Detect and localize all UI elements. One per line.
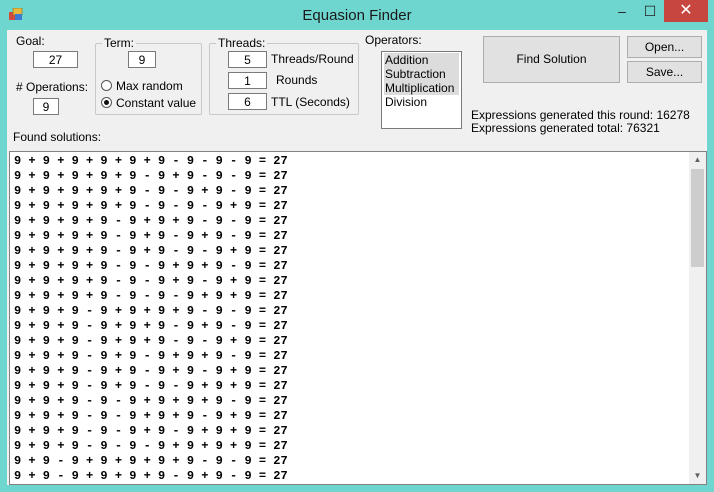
solution-line: 9 + 9 - 9 + 9 + 9 + 9 - 9 + 9 - 9 = 27 bbox=[14, 469, 288, 483]
find-solution-button[interactable]: Find Solution bbox=[483, 36, 620, 83]
solution-line: 9 + 9 + 9 - 9 - 9 + 9 + 9 - 9 + 9 = 27 bbox=[14, 409, 288, 423]
solution-line: 9 + 9 + 9 + 9 - 9 + 9 - 9 + 9 - 9 = 27 bbox=[14, 229, 288, 243]
threads-group-title: Threads: bbox=[216, 36, 268, 50]
solution-line: 9 + 9 + 9 + 9 + 9 - 9 + 9 - 9 - 9 = 27 bbox=[14, 169, 288, 183]
solution-line: 9 + 9 + 9 - 9 + 9 + 9 - 9 - 9 + 9 = 27 bbox=[14, 334, 288, 348]
solution-line: 9 + 9 + 9 - 9 + 9 - 9 - 9 + 9 + 9 = 27 bbox=[14, 379, 288, 393]
operator-multiplication[interactable]: Multiplication bbox=[384, 81, 459, 95]
solution-line: 9 + 9 + 9 + 9 - 9 + 9 + 9 - 9 - 9 = 27 bbox=[14, 214, 288, 228]
main-window: Equasion Finder – ☐ ✕ Goal: 27 # Operati… bbox=[0, 0, 714, 492]
ttl-input[interactable]: 6 bbox=[228, 93, 267, 110]
solutions-list: 9 + 9 + 9 + 9 + 9 + 9 - 9 - 9 - 9 = 27 9 … bbox=[14, 154, 288, 484]
solution-line: 9 + 9 + 9 + 9 + 9 - 9 - 9 + 9 - 9 = 27 bbox=[14, 184, 288, 198]
max-random-radio[interactable] bbox=[101, 80, 112, 91]
solution-line: 9 + 9 + 9 + 9 - 9 - 9 + 9 - 9 + 9 = 27 bbox=[14, 274, 288, 288]
solution-line: 9 + 9 + 9 - 9 + 9 + 9 - 9 + 9 - 9 = 27 bbox=[14, 319, 288, 333]
operations-input[interactable]: 9 bbox=[33, 98, 59, 115]
threads-per-round-label: Threads/Round bbox=[271, 52, 354, 66]
open-button[interactable]: Open... bbox=[627, 36, 702, 58]
solution-line: 9 + 9 + 9 + 9 - 9 - 9 - 9 + 9 + 9 = 27 bbox=[14, 289, 288, 303]
maximize-button[interactable]: ☐ bbox=[636, 0, 664, 22]
goal-label: Goal: bbox=[16, 34, 45, 48]
scroll-up-arrow-icon[interactable]: ▲ bbox=[689, 152, 706, 168]
solution-line: 9 + 9 + 9 + 9 - 9 + 9 - 9 - 9 + 9 = 27 bbox=[14, 244, 288, 258]
solutions-textbox[interactable]: 9 + 9 + 9 + 9 + 9 + 9 - 9 - 9 - 9 = 27 9 … bbox=[9, 151, 707, 485]
scrollbar-thumb[interactable] bbox=[691, 169, 704, 267]
constant-value-radio[interactable] bbox=[101, 97, 112, 108]
operator-addition[interactable]: Addition bbox=[384, 53, 459, 67]
found-solutions-label: Found solutions: bbox=[13, 130, 102, 144]
solution-line: 9 + 9 + 9 + 9 + 9 + 9 - 9 - 9 - 9 = 27 bbox=[14, 154, 288, 168]
this-round-stat: Expressions generated this round: 16278 bbox=[471, 108, 690, 122]
threads-per-round-input[interactable]: 5 bbox=[228, 51, 267, 68]
solution-line: 9 + 9 + 9 - 9 - 9 + 9 + 9 + 9 - 9 = 27 bbox=[14, 394, 288, 408]
solution-line: 9 + 9 + 9 - 9 + 9 - 9 + 9 + 9 - 9 = 27 bbox=[14, 349, 288, 363]
window-title: Equasion Finder bbox=[302, 7, 412, 24]
save-button[interactable]: Save... bbox=[627, 61, 702, 83]
close-button[interactable]: ✕ bbox=[664, 0, 708, 22]
solution-line: 9 + 9 + 9 + 9 - 9 - 9 + 9 + 9 - 9 = 27 bbox=[14, 259, 288, 273]
ttl-label: TTL (Seconds) bbox=[271, 95, 350, 109]
operator-subtraction[interactable]: Subtraction bbox=[384, 67, 459, 81]
title-bar[interactable]: Equasion Finder – ☐ ✕ bbox=[0, 0, 714, 30]
solution-line: 9 + 9 + 9 - 9 + 9 - 9 + 9 - 9 + 9 = 27 bbox=[14, 364, 288, 378]
max-random-label: Max random bbox=[116, 79, 183, 93]
constant-value-label: Constant value bbox=[116, 96, 197, 110]
operators-label: Operators: bbox=[365, 33, 422, 47]
vertical-scrollbar[interactable]: ▲ ▼ bbox=[689, 152, 706, 484]
solution-line: 9 + 9 + 9 - 9 - 9 + 9 - 9 + 9 + 9 = 27 bbox=[14, 424, 288, 438]
solution-line: 9 + 9 + 9 - 9 - 9 - 9 + 9 + 9 + 9 = 27 bbox=[14, 439, 288, 453]
solution-line: 9 + 9 - 9 + 9 + 9 + 9 + 9 - 9 - 9 = 27 bbox=[14, 454, 288, 468]
rounds-label: Rounds bbox=[276, 73, 318, 87]
term-value-input[interactable]: 9 bbox=[128, 51, 156, 68]
minimize-button[interactable]: – bbox=[608, 0, 636, 22]
solution-line: 9 + 9 + 9 + 9 + 9 - 9 - 9 - 9 + 9 = 27 bbox=[14, 199, 288, 213]
operators-listbox[interactable]: Addition Subtraction Multiplication Divi… bbox=[381, 51, 462, 129]
total-stat: Expressions generated total: 76321 bbox=[471, 121, 660, 135]
scroll-down-arrow-icon[interactable]: ▼ bbox=[689, 468, 706, 484]
operator-division[interactable]: Division bbox=[384, 95, 459, 109]
client-area: Goal: 27 # Operations: 9 Term: 9 Max ran… bbox=[7, 30, 707, 485]
solution-line: 9 + 9 + 9 - 9 + 9 + 9 + 9 - 9 - 9 = 27 bbox=[14, 304, 288, 318]
operations-label: # Operations: bbox=[16, 80, 89, 94]
goal-input[interactable]: 27 bbox=[33, 51, 78, 68]
rounds-input[interactable]: 1 bbox=[228, 72, 267, 89]
term-group-title: Term: bbox=[102, 36, 136, 50]
